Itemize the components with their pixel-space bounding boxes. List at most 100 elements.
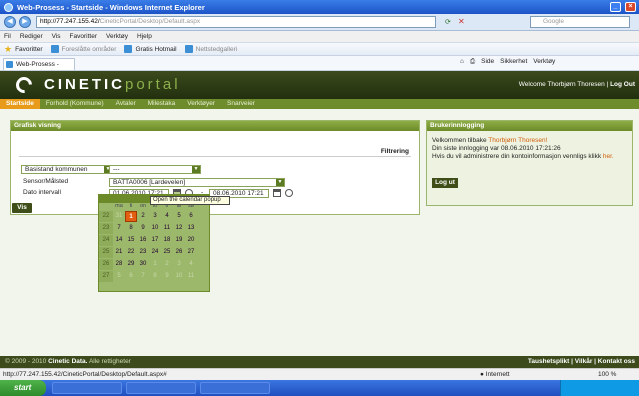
calendar-day[interactable]: 9 [137, 223, 149, 234]
calendar-day[interactable]: 25 [161, 247, 173, 258]
calendar-day[interactable]: 23 [137, 247, 149, 258]
calendar-day[interactable]: 3 [173, 259, 185, 270]
calendar-day[interactable]: 9 [161, 271, 173, 282]
page-icon [184, 45, 193, 53]
calendar-icon[interactable] [273, 189, 281, 197]
calendar-day[interactable]: 2 [137, 211, 149, 222]
calendar-day[interactable]: 12 [173, 223, 185, 234]
stop-icon[interactable]: ✕ [458, 17, 465, 26]
calendar-popup[interactable]: ma ti on to fr lø sø 22 31 1 2 3 4 5 6 23 7 8 9 10 11… [98, 194, 210, 292]
calendar-day[interactable]: 4 [161, 211, 173, 222]
zoom-level[interactable]: 100 % [598, 369, 616, 380]
start-button[interactable]: start [0, 380, 46, 396]
menu-item-edit[interactable]: Rediger [20, 33, 43, 40]
address-path: CineticPortal/Desktop/Default.aspx [99, 18, 201, 25]
account-link[interactable]: her. [603, 153, 614, 160]
calendar-day[interactable]: 6 [125, 271, 137, 282]
calendar-day[interactable]: 21 [113, 247, 125, 258]
panel-title: Grafisk visning [11, 121, 419, 131]
logout-link[interactable]: Log Out [610, 81, 635, 88]
calendar-day[interactable]: 5 [173, 211, 185, 222]
calendar-day[interactable]: 5 [113, 271, 125, 282]
refresh-icon[interactable]: ⟳ [445, 18, 451, 26]
fav-item-gallery[interactable]: Nettstedgalleri [184, 45, 237, 53]
calendar-day[interactable]: 29 [125, 259, 137, 270]
calendar-day[interactable]: 13 [185, 223, 197, 234]
calendar-day[interactable]: 26 [173, 247, 185, 258]
command-bar: ⌂ ⎙ Side Sikkerhet Verktøy [460, 58, 555, 66]
content-area: Grafisk visning Filtrering Basistand kom… [0, 109, 639, 356]
chevron-down-icon: ▼ [192, 166, 200, 173]
address-row: ◀ ▶ http://77.247.155.42/CineticPortal/D… [0, 14, 639, 31]
calendar-day[interactable]: 2 [161, 259, 173, 270]
menu-item-file[interactable]: Fil [4, 33, 11, 40]
search-input[interactable]: Google [530, 16, 630, 28]
calendar-day[interactable]: 8 [125, 223, 137, 234]
calendar-grid: 22 31 1 2 3 4 5 6 23 7 8 9 10 11 12 13 24 14 15 16 17 18 19 20 2… [99, 211, 209, 283]
source-select[interactable]: BATTA0006 [Lardevelen] ▼ [109, 178, 285, 187]
calendar-day[interactable]: 6 [185, 211, 197, 222]
menu-item-tools[interactable]: Verktøy [106, 33, 128, 40]
calendar-day[interactable]: 4 [185, 259, 197, 270]
calendar-day[interactable]: 16 [137, 235, 149, 246]
fav-item-suggested[interactable]: Foreslåtte områder [50, 45, 116, 53]
calendar-day[interactable]: 19 [173, 235, 185, 246]
forward-icon[interactable]: ▶ [19, 16, 31, 28]
nav-avtaler[interactable]: Avtaler [110, 99, 142, 109]
clock-icon[interactable] [285, 189, 293, 197]
calendar-day[interactable]: 3 [149, 211, 161, 222]
favorites-button[interactable]: ★ Favoritter [4, 44, 43, 55]
print-icon[interactable]: ⎙ [470, 58, 475, 66]
site-logo[interactable]: CINETICportal [44, 76, 181, 93]
calendar-day[interactable]: 11 [185, 271, 197, 282]
menu-item-view[interactable]: Vis [52, 33, 61, 40]
minimize-button[interactable]: _ [610, 2, 621, 12]
calendar-day[interactable]: 10 [173, 271, 185, 282]
address-bar[interactable]: http://77.247.155.42/CineticPortal/Deskt… [36, 16, 436, 28]
calendar-day[interactable]: 30 [137, 259, 149, 270]
calendar-day[interactable]: 14 [113, 235, 125, 246]
nav-milestaka[interactable]: Milestaka [142, 99, 181, 109]
nav-verktoyer[interactable]: Verktøyer [181, 99, 221, 109]
calendar-day[interactable]: 28 [113, 259, 125, 270]
calendar-day[interactable]: 18 [161, 235, 173, 246]
calendar-day[interactable]: 17 [149, 235, 161, 246]
calendar-day[interactable]: 7 [113, 223, 125, 234]
close-button[interactable]: × [625, 2, 636, 12]
status-url: http://77.247.155.42/CineticPortal/Deskt… [3, 371, 167, 378]
show-button[interactable]: Vis [12, 203, 32, 213]
calendar-day[interactable]: 7 [137, 271, 149, 282]
nav-startside[interactable]: Startside [0, 99, 40, 109]
calendar-day[interactable]: 15 [125, 235, 137, 246]
taskbar-item[interactable] [52, 382, 122, 394]
fav-item-hotmail[interactable]: Gratis Hotmail [124, 45, 177, 53]
calendar-day[interactable]: 8 [149, 271, 161, 282]
calendar-week-row: 27 5 6 7 8 9 10 11 [99, 271, 209, 283]
address-host: http://77.247.155.42/ [40, 18, 100, 25]
taskbar-item[interactable] [200, 382, 270, 394]
nav-snarveier[interactable]: Snarveier [221, 99, 261, 109]
footer-links[interactable]: Taushetsplikt | Vilkår | Kontakt oss [528, 356, 635, 368]
calendar-day[interactable]: 24 [149, 247, 161, 258]
home-icon[interactable]: ⌂ [460, 58, 464, 66]
menu-item-help[interactable]: Hjelp [137, 33, 152, 40]
command-tools[interactable]: Verktøy [533, 58, 555, 66]
calendar-day[interactable]: 20 [185, 235, 197, 246]
command-security[interactable]: Sikkerhet [500, 58, 527, 66]
tab-startside[interactable]: Web-Prosess - Startside [3, 58, 75, 79]
calendar-day[interactable]: 27 [185, 247, 197, 258]
logout-button[interactable]: Log ut [432, 178, 458, 188]
calendar-day[interactable]: 1 [125, 211, 137, 222]
command-page[interactable]: Side [481, 58, 494, 66]
calendar-day[interactable]: 11 [161, 223, 173, 234]
calendar-day[interactable]: 10 [149, 223, 161, 234]
second-select[interactable]: --- ▼ [109, 165, 201, 174]
calendar-day[interactable]: 1 [149, 259, 161, 270]
back-icon[interactable]: ◀ [4, 16, 16, 28]
taskbar-item[interactable] [126, 382, 196, 394]
calendar-day[interactable]: 22 [125, 247, 137, 258]
nav-forhold[interactable]: Forhold (Kommune) [40, 99, 110, 109]
municipality-select[interactable]: Basistand kommunen ▼ [21, 165, 113, 174]
calendar-day[interactable]: 31 [113, 211, 125, 222]
menu-item-favorites[interactable]: Favoritter [70, 33, 97, 40]
